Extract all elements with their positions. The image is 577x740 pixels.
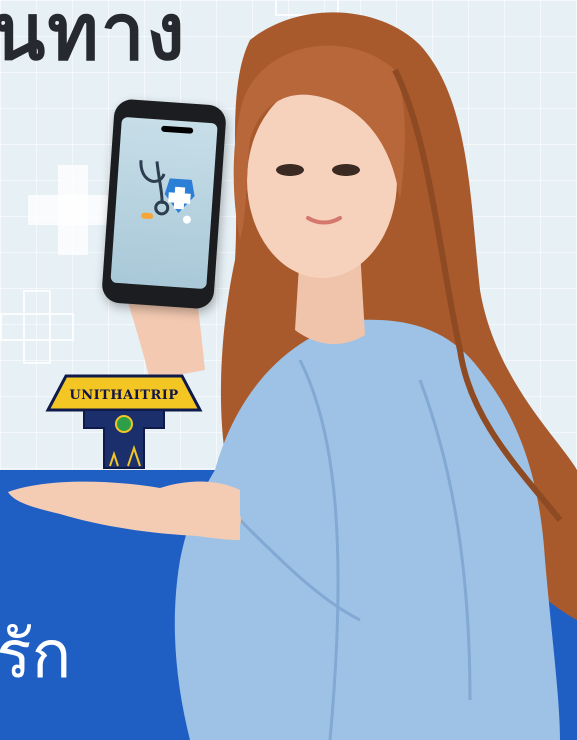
smartphone bbox=[101, 98, 227, 310]
pill-icon bbox=[141, 212, 154, 220]
phone-screen bbox=[110, 116, 218, 290]
unithaitrip-logo: UNITHAITRIP bbox=[44, 368, 204, 478]
globe-icon bbox=[115, 415, 133, 433]
stethoscope-icon bbox=[139, 160, 195, 224]
phone-notch bbox=[161, 125, 194, 134]
logo-wordmark: UNITHAITRIP bbox=[69, 388, 179, 403]
advertisement-banner: นทาง รัก UNITHAITRIP bbox=[0, 0, 577, 740]
